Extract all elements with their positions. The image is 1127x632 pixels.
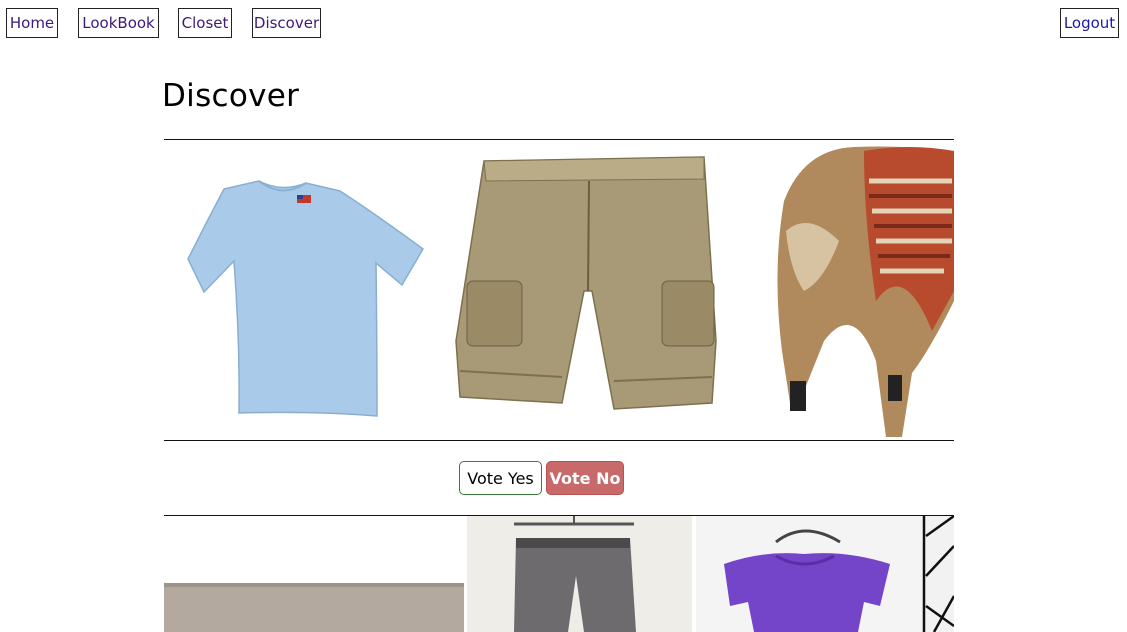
feed-item-2-image[interactable] — [467, 516, 692, 632]
feed-item-4-image[interactable] — [922, 516, 954, 632]
divider-middle — [164, 440, 954, 441]
nav-home-button[interactable]: Home — [6, 8, 58, 38]
outfit-item-hat-image[interactable] — [777, 146, 954, 438]
feed-images — [164, 516, 954, 632]
discover-feed — [164, 516, 954, 632]
nav-lookbook-button[interactable]: LookBook — [78, 8, 159, 38]
vote-yes-button[interactable]: Vote Yes — [459, 461, 542, 495]
feed-item-3-image[interactable] — [696, 516, 922, 632]
logout-button[interactable]: Logout — [1060, 8, 1119, 38]
outfit-item-tshirt-image[interactable] — [187, 180, 424, 417]
feed-item-1-image[interactable] — [164, 583, 464, 632]
outfit-item-shorts-image[interactable] — [455, 156, 717, 410]
divider-top — [164, 139, 954, 140]
outfit-images — [187, 146, 954, 438]
nav-closet-button[interactable]: Closet — [178, 8, 232, 38]
outfit-strip — [164, 141, 954, 440]
page-title: Discover — [162, 78, 300, 114]
vote-no-button[interactable]: Vote No — [546, 461, 624, 495]
nav-discover-button[interactable]: Discover — [252, 8, 321, 38]
